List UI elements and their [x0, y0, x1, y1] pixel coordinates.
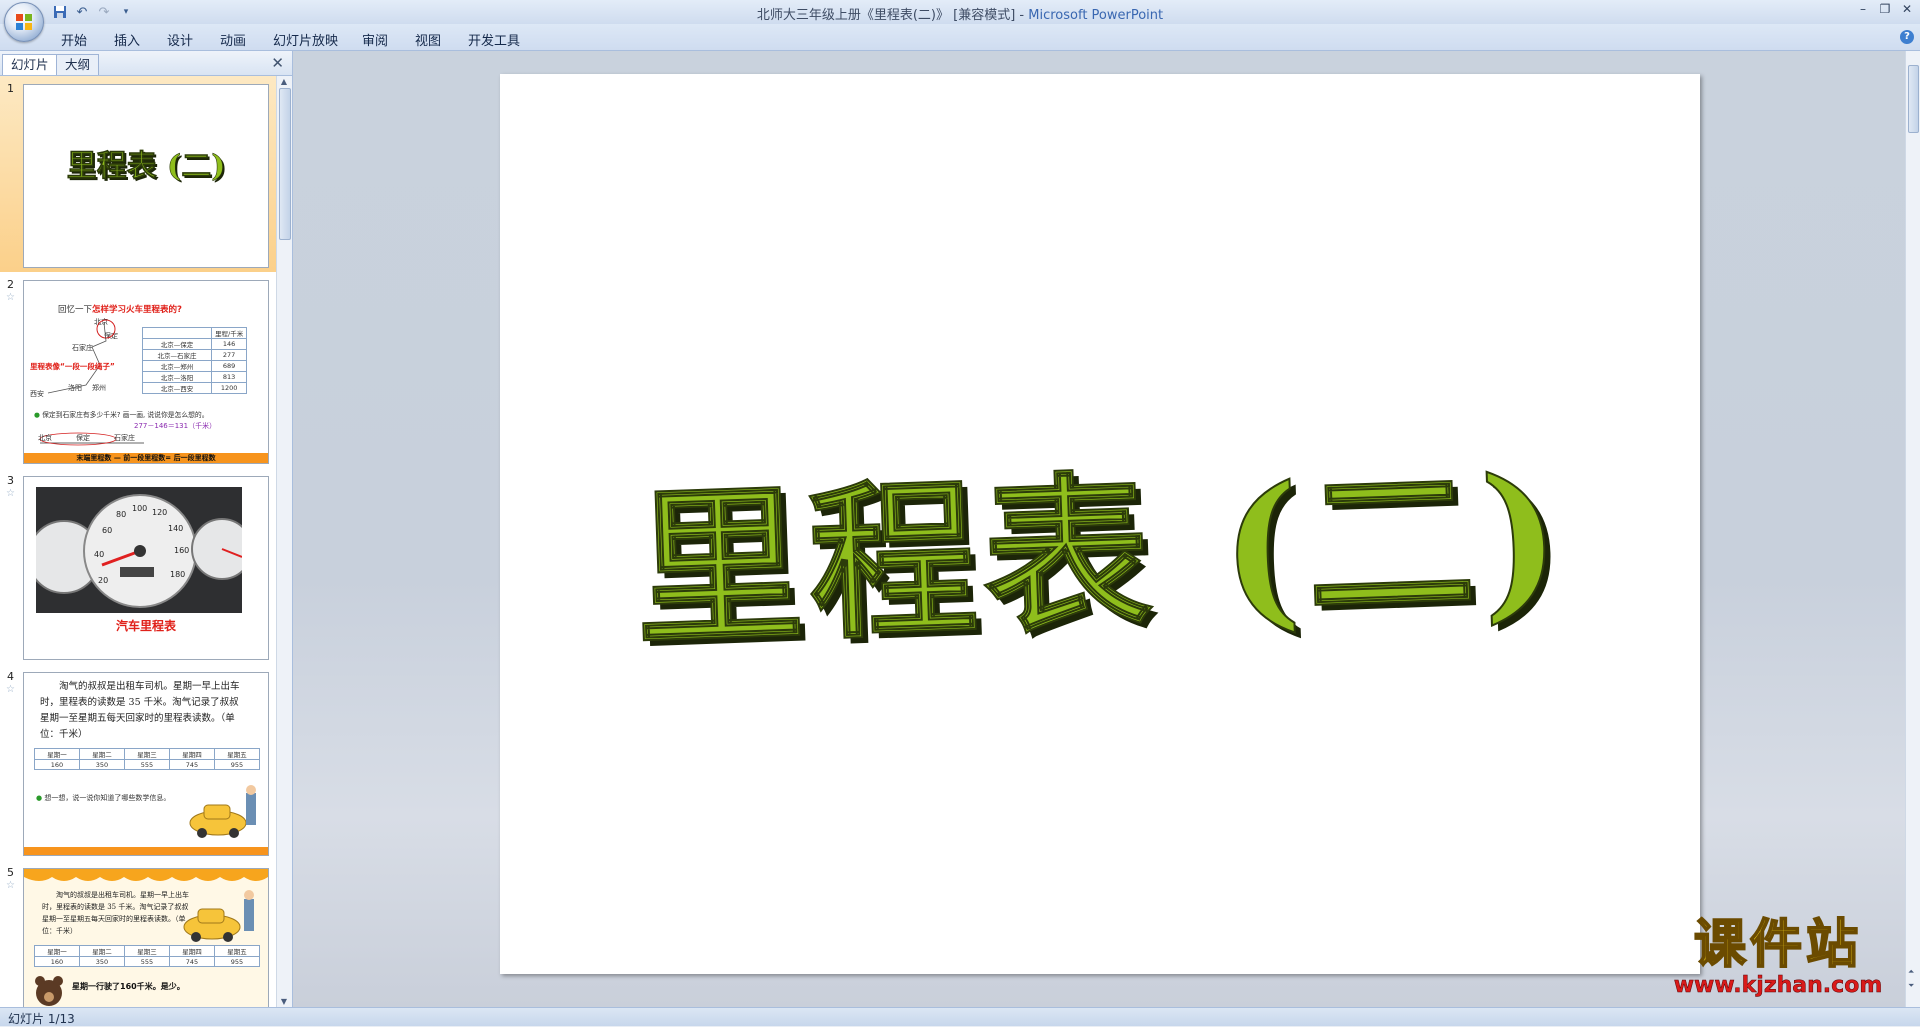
slide-2-note: 里程表像“一段一段绳子” — [30, 362, 115, 371]
slide-counter: 幻灯片 1/13 — [8, 1012, 75, 1026]
ribbon-tabs: 开始 插入 设计 动画 幻灯片放映 审阅 视图 开发工具 ? — [0, 24, 1920, 51]
tab-design[interactable]: 设计 — [167, 30, 193, 49]
thumbnail-slide-1[interactable]: 1 里程表 (二) — [0, 76, 276, 272]
prev-slide-icon[interactable]: ⏶ — [1908, 967, 1914, 977]
slide-4-footer-bar — [24, 847, 268, 855]
tab-developer[interactable]: 开发工具 — [468, 30, 520, 49]
slide-2-footer: 末端里程数 — 前一段里程数= 后一段里程数 — [24, 453, 268, 463]
scrollbar-thumb[interactable] — [1908, 65, 1919, 133]
slide-number: 1 — [7, 82, 14, 95]
slide-4-text: 淘气的叔叔是出租车司机。星期一早上出车时，里程表的读数是 35 千米。淘气记录了… — [40, 681, 240, 740]
slide-2-question: ● 保定到石家庄有多少千米? 画一画, 说说你是怎么想的。 — [34, 411, 209, 419]
tab-review[interactable]: 审阅 — [362, 30, 388, 49]
slide-3-caption: 汽车里程表 — [115, 619, 176, 633]
gauge-number: 160 — [174, 546, 189, 555]
tab-outline[interactable]: 大纲 — [56, 54, 100, 75]
status-bar: 幻灯片 1/13 — [0, 1007, 1920, 1026]
bear-character-image — [35, 976, 63, 1006]
tab-animations[interactable]: 动画 — [220, 30, 246, 49]
slide-preview: 20 40 60 80 100 120 140 160 180 汽车里程表 — [23, 476, 269, 660]
window-controls: – ❐ ✕ — [1852, 0, 1918, 18]
speedometer-image: 20 40 60 80 100 120 140 160 180 — [36, 487, 242, 613]
next-slide-icon[interactable]: ⏷ — [1908, 981, 1914, 991]
tab-view[interactable]: 视图 — [415, 30, 441, 49]
restore-button[interactable]: ❐ — [1874, 0, 1896, 18]
taxi-driver-image — [189, 785, 256, 838]
tab-slides[interactable]: 幻灯片 — [2, 54, 58, 75]
gauge-number: 40 — [94, 550, 104, 559]
slide-2-heading: 回忆一下怎样学习火车里程表的? — [58, 305, 182, 315]
gauge-number: 120 — [152, 508, 167, 517]
slide-title[interactable]: 里程表 (二) — [496, 398, 1704, 683]
watermark-logo: 课件站 — [1693, 915, 1862, 975]
animation-star-icon: ☆ — [6, 292, 15, 303]
slide-number: 4 — [7, 670, 14, 683]
title-bar: ↶ ↷ ▾ 北师大三年级上册《里程表(二)》 [兼容模式] - Microsof… — [0, 0, 1920, 42]
tab-home[interactable]: 开始 — [61, 30, 87, 49]
slide-4-prompt: ● 想一想，说一说你知道了哪些数学信息。 — [36, 794, 171, 802]
line-label: 石家庄 — [114, 434, 135, 442]
office-logo-icon — [16, 14, 32, 30]
rail-map-icon — [47, 319, 116, 394]
slide-number: 5 — [7, 866, 14, 879]
slide-number: 2 — [7, 278, 14, 291]
slide-editor: 里程表 (二) — [293, 51, 1906, 1007]
site-watermark: 课件站 www.kjzhan.com — [1658, 915, 1898, 1003]
minimize-button[interactable]: – — [1852, 0, 1874, 18]
thumbnail-slide-2[interactable]: 2 ☆ 回忆一下怎样学习火车里程表的? 北京 保定 石家庄 郑州 洛阳 西安 里… — [0, 272, 276, 468]
gauge-number: 140 — [168, 524, 183, 533]
window-title: 北师大三年级上册《里程表(二)》 [兼容模式] - Microsoft Powe… — [756, 8, 1164, 23]
scrollbar-thumb[interactable] — [279, 88, 291, 240]
tab-insert[interactable]: 插入 — [114, 30, 140, 49]
odometer-table: 星期一 星期二 星期三 星期四 星期五 160 350 555 745 955 — [34, 748, 260, 770]
line-label: 北京 — [38, 434, 52, 442]
odometer-table: 星期一 星期二 星期三 星期四 星期五 160 350 555 745 955 — [34, 945, 260, 967]
thumbnail-slide-3[interactable]: 3 ☆ 20 40 60 80 100 120 140 160 180 汽车里程… — [0, 468, 276, 664]
animation-star-icon: ☆ — [6, 684, 15, 695]
slide-preview: 回忆一下怎样学习火车里程表的? 北京 保定 石家庄 郑州 洛阳 西安 里程表像“… — [23, 280, 269, 464]
office-button[interactable] — [4, 2, 44, 42]
taxi-driver-image — [183, 890, 254, 942]
thumbnails-scrollbar[interactable]: ▲ ▼ — [276, 76, 292, 1007]
thumbnail-slide-4[interactable]: 4 ☆ 淘气的叔叔是出租车司机。星期一早上出车时，里程表的读数是 35 千米。淘… — [0, 664, 276, 860]
tab-slideshow[interactable]: 幻灯片放映 — [273, 30, 338, 49]
close-pane-icon[interactable]: ✕ — [271, 54, 284, 72]
slides-pane: 幻灯片 大纲 ✕ 1 里程表 (二) 2 ☆ 回忆一下怎样学习火车里程表的? 北… — [0, 51, 293, 1007]
slide-preview: 里程表 (二) — [23, 84, 269, 268]
animation-star-icon: ☆ — [6, 488, 15, 499]
slide-preview: 淘气的叔叔是出租车司机。星期一早上出车时，里程表的读数是 35 千米。淘气记录了… — [23, 672, 269, 856]
slide-preview: 淘气的叔叔是出租车司机。星期一早上出车时，里程表的读数是 35 千米。淘气记录了… — [23, 868, 269, 1007]
gauge-number: 100 — [132, 504, 147, 513]
scroll-up-icon[interactable]: ▲ — [279, 77, 289, 86]
editor-scrollbar[interactable]: ⏶ ⏷ — [1905, 51, 1920, 1007]
watermark-url: www.kjzhan.com — [1673, 973, 1883, 999]
gauge-number: 60 — [102, 526, 112, 535]
help-icon[interactable]: ? — [1900, 30, 1914, 44]
slide-thumbnails: 1 里程表 (二) 2 ☆ 回忆一下怎样学习火车里程表的? 北京 保定 石家庄 … — [0, 76, 276, 1007]
pane-tabs: 幻灯片 大纲 ✕ — [0, 51, 292, 76]
scroll-down-icon[interactable]: ▼ — [279, 997, 289, 1006]
slide-number: 3 — [7, 474, 14, 487]
thumbnail-slide-5[interactable]: 5 ☆ 淘气的叔叔是出租车司机。星期一早上出车时，里程表的读数是 35 千米。淘… — [0, 860, 276, 1007]
mileage-table: 里程/千米 北京—保定 146 北京—石家庄 277 北京—郑州 689 北京—洛阳 8… — [142, 327, 248, 394]
line-label: 保定 — [76, 434, 90, 442]
close-button[interactable]: ✕ — [1896, 0, 1918, 18]
animation-star-icon: ☆ — [6, 880, 15, 891]
current-slide[interactable]: 里程表 (二) — [500, 74, 1700, 974]
slide-1-title: 里程表 (二) — [66, 149, 226, 185]
slide-5-bubble: 星期一行驶了160千米。是少。 — [72, 982, 185, 991]
gauge-number: 80 — [116, 510, 126, 519]
gauge-number: 20 — [98, 576, 108, 585]
slide-5-text: 淘气的叔叔是出租车司机。星期一早上出车时，里程表的读数是 35 千米。淘气记录了… — [42, 891, 189, 935]
gauge-number: 180 — [170, 570, 185, 579]
